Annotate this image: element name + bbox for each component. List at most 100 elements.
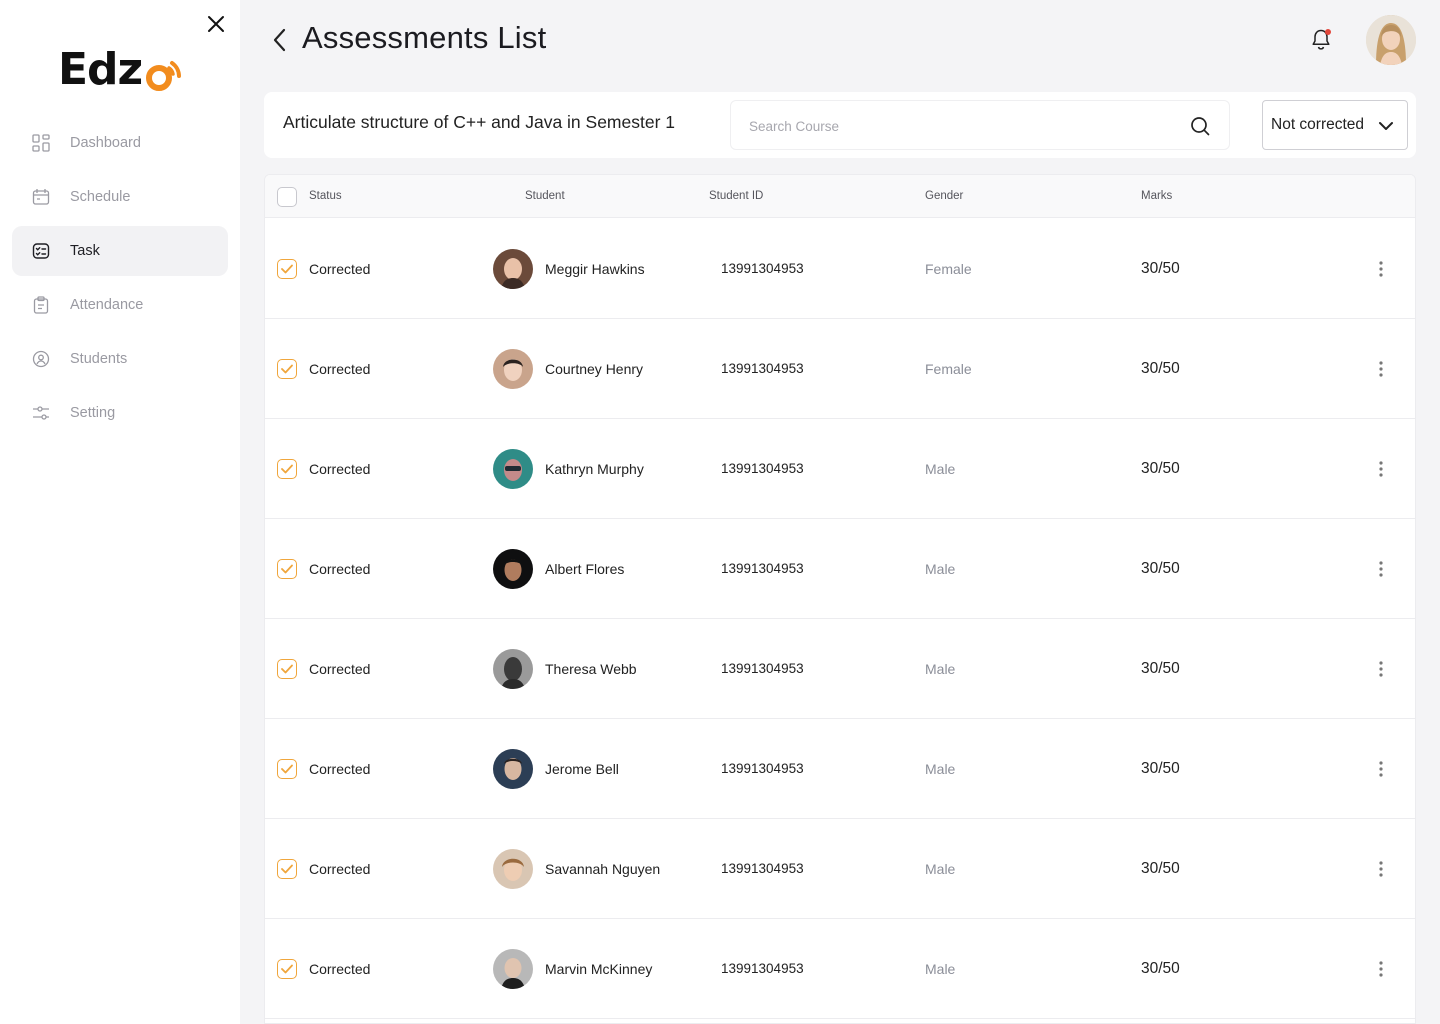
student-avatar [493,949,533,989]
student-marks: 30/50 [1141,660,1180,677]
assessments-table: Status Student Student ID Gender Marks C… [264,174,1416,1024]
status-text: Corrected [309,361,371,377]
sidebar-item-attendance[interactable]: Attendance [12,280,228,330]
column-header-gender[interactable]: Gender [925,190,963,202]
student-gender: Male [925,661,956,677]
sidebar-item-students[interactable]: Students [12,334,228,384]
student-avatar [493,549,533,589]
column-header-status[interactable]: Status [309,190,342,202]
student-name[interactable]: Courtney Henry [545,361,643,377]
status-text: Corrected [309,961,371,977]
sidebar-item-label: Setting [70,405,116,421]
row-more-button[interactable] [1371,957,1391,981]
student-avatar [493,849,533,889]
student-name[interactable]: Jerome Bell [545,761,619,777]
table-row[interactable]: Corrected Theresa Webb 13991304953 Male … [265,619,1415,719]
more-vertical-icon [1379,961,1383,977]
student-marks: 30/50 [1141,960,1180,977]
search-input[interactable] [749,115,1149,137]
student-name[interactable]: Savannah Nguyen [545,861,660,877]
select-all-checkbox[interactable] [277,187,297,207]
student-marks: 30/50 [1141,760,1180,777]
student-gender: Male [925,461,956,477]
more-vertical-icon [1379,561,1383,577]
notifications-button[interactable] [1308,27,1334,53]
row-more-button[interactable] [1371,357,1391,381]
student-gender: Male [925,861,956,877]
chevron-left-icon [273,28,286,52]
table-row[interactable]: Corrected Meggir Hawkins 13991304953 Fem… [265,219,1415,319]
sliders-icon [32,404,50,422]
row-checkbox[interactable] [277,659,297,679]
row-more-button[interactable] [1371,557,1391,581]
row-more-button[interactable] [1371,657,1391,681]
row-checkbox[interactable] [277,359,297,379]
student-avatar [493,349,533,389]
sidebar-item-schedule[interactable]: Schedule [12,172,228,222]
student-badge-icon [32,350,50,368]
column-header-marks[interactable]: Marks [1141,190,1172,202]
row-more-button[interactable] [1371,457,1391,481]
student-avatar [493,649,533,689]
logo-text: Edz [58,44,143,95]
row-more-button[interactable] [1371,757,1391,781]
student-id: 13991304953 [721,861,804,876]
sidebar-item-label: Students [70,351,128,367]
row-checkbox[interactable] [277,459,297,479]
student-gender: Female [925,261,972,277]
student-marks: 30/50 [1141,460,1180,477]
status-text: Corrected [309,661,371,677]
close-sidebar-button[interactable] [204,12,228,36]
row-checkbox[interactable] [277,559,297,579]
check-icon [281,664,293,674]
check-icon [281,364,293,374]
student-gender: Male [925,961,956,977]
row-checkbox[interactable] [277,759,297,779]
sidebar-item-setting[interactable]: Setting [12,388,228,438]
status-filter-value: Not corrected [1271,116,1365,133]
user-avatar[interactable] [1366,15,1416,65]
sidebar-nav: Dashboard Schedule Task Attendance Stude… [12,118,228,442]
page-title: Assessments List [302,20,547,55]
row-checkbox[interactable] [277,859,297,879]
table-row[interactable]: Corrected Jerome Bell 13991304953 Male 3… [265,719,1415,819]
course-title: Articulate structure of C++ and Java in … [283,112,675,132]
row-checkbox[interactable] [277,959,297,979]
student-name[interactable]: Marvin McKinney [545,961,652,977]
table-row[interactable]: Corrected Albert Flores 13991304953 Male… [265,519,1415,619]
student-id: 13991304953 [721,261,804,276]
student-name[interactable]: Kathryn Murphy [545,461,644,477]
check-icon [281,864,293,874]
table-row[interactable]: Corrected Marvin McKinney 13991304953 Ma… [265,919,1415,1019]
calendar-icon [32,188,50,206]
search-icon[interactable] [1189,115,1211,137]
student-name[interactable]: Meggir Hawkins [545,261,645,277]
column-header-student-id[interactable]: Student ID [709,190,763,202]
table-row[interactable]: Corrected Savannah Nguyen 13991304953 Ma… [265,819,1415,919]
back-button[interactable] [268,26,292,54]
sidebar-item-label: Dashboard [70,135,141,151]
more-vertical-icon [1379,861,1383,877]
table-row[interactable]: Corrected Kathryn Murphy 13991304953 Mal… [265,419,1415,519]
table-row[interactable]: Corrected Courtney Henry 13991304953 Fem… [265,319,1415,419]
task-list-icon [32,242,50,260]
row-checkbox[interactable] [277,259,297,279]
student-name[interactable]: Theresa Webb [545,661,637,677]
student-id: 13991304953 [721,961,804,976]
student-name[interactable]: Albert Flores [545,561,624,577]
sidebar-item-task[interactable]: Task [12,226,228,276]
column-header-student[interactable]: Student [525,190,565,202]
status-filter-dropdown[interactable]: Not corrected [1262,100,1408,150]
notification-dot [1325,29,1331,35]
student-id: 13991304953 [721,761,804,776]
sidebar-item-dashboard[interactable]: Dashboard [12,118,228,168]
row-more-button[interactable] [1371,857,1391,881]
student-id: 13991304953 [721,361,804,376]
more-vertical-icon [1379,461,1383,477]
chevron-down-icon [1379,122,1393,130]
check-icon [281,964,293,974]
student-marks: 30/50 [1141,560,1180,577]
student-gender: Female [925,361,972,377]
row-more-button[interactable] [1371,257,1391,281]
app-logo: Edz [58,44,182,95]
